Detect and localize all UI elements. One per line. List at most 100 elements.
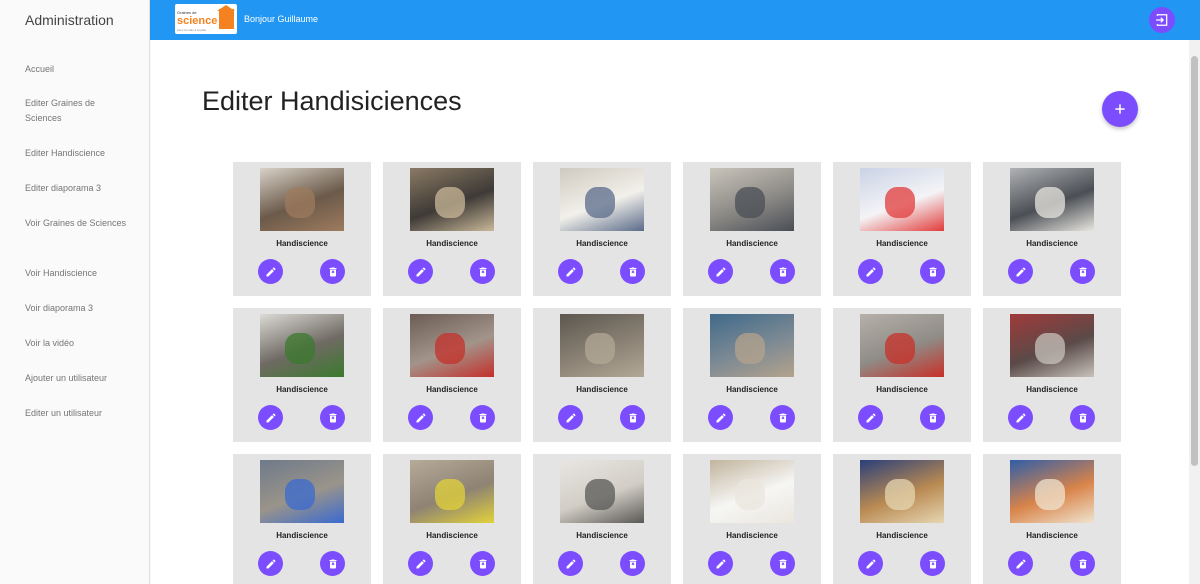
card-photo[interactable] [260,168,344,231]
delete-button[interactable] [320,551,345,576]
card-photo[interactable] [410,314,494,377]
edit-button[interactable] [1008,259,1033,284]
card-photo[interactable] [260,314,344,377]
handiscience-card: Handiscience [983,308,1121,442]
delete-button[interactable] [620,259,645,284]
trash-icon [929,559,936,568]
pencil-icon [716,558,726,568]
delete-button[interactable] [470,405,495,430]
delete-button[interactable] [620,405,645,430]
card-title: Handiscience [276,531,328,540]
edit-button[interactable] [258,551,283,576]
trash-icon [329,413,336,422]
delete-button[interactable] [470,551,495,576]
trash-icon [779,559,786,568]
card-photo[interactable] [1010,460,1094,523]
card-photo[interactable] [860,314,944,377]
delete-button[interactable] [620,551,645,576]
edit-button[interactable] [408,405,433,430]
edit-button[interactable] [558,551,583,576]
card-title: Handiscience [876,239,928,248]
edit-button[interactable] [558,259,583,284]
card-photo[interactable] [710,314,794,377]
scrollbar-thumb[interactable] [1191,56,1198,466]
edit-button[interactable] [258,405,283,430]
sidebar-item-accueil[interactable]: Accueil [25,62,130,77]
card-photo[interactable] [860,168,944,231]
delete-button[interactable] [1070,551,1095,576]
card-photo[interactable] [410,168,494,231]
logo-house-shape [219,9,234,29]
card-title: Handiscience [276,385,328,394]
plus-icon [1115,104,1125,114]
sidebar-item-editer-handiscience[interactable]: Editer Handiscience [25,146,130,161]
top-app-bar: Graines de science avec la main à la pât… [150,0,1200,40]
photo-subject [585,186,615,219]
pencil-icon [566,412,576,422]
card-photo[interactable] [1010,314,1094,377]
photo-subject [285,186,315,219]
pencil-icon [266,412,276,422]
sidebar-item-voir-graines[interactable]: Voir Graines de Sciences [25,216,130,231]
logout-button[interactable] [1149,7,1175,33]
edit-button[interactable] [408,259,433,284]
site-logo[interactable]: Graines de science avec la main à la pât… [175,4,237,34]
handiscience-grid: Handiscience Handiscience Handiscience Hand… [233,162,1121,584]
sidebar-item-voir-video[interactable]: Voir la vidéo [25,336,130,351]
edit-button[interactable] [558,405,583,430]
card-photo[interactable] [560,168,644,231]
sidebar-item-editer-graines[interactable]: Editer Graines de Sciences [25,96,130,126]
edit-button[interactable] [258,259,283,284]
pencil-icon [1016,266,1026,276]
edit-button[interactable] [1008,405,1033,430]
edit-button[interactable] [708,405,733,430]
delete-button[interactable] [770,551,795,576]
edit-button[interactable] [1008,551,1033,576]
card-title: Handiscience [426,239,478,248]
card-photo[interactable] [560,314,644,377]
card-photo[interactable] [710,168,794,231]
pencil-icon [266,266,276,276]
edit-button[interactable] [408,551,433,576]
edit-button[interactable] [708,551,733,576]
delete-button[interactable] [770,259,795,284]
card-photo[interactable] [710,460,794,523]
card-photo[interactable] [410,460,494,523]
photo-subject [735,332,765,365]
delete-button[interactable] [770,405,795,430]
photo-subject [1035,186,1065,219]
card-photo[interactable] [260,460,344,523]
pencil-icon [416,412,426,422]
sidebar-item-ajouter-utilisateur[interactable]: Ajouter un utilisateur [25,371,130,386]
edit-button[interactable] [858,259,883,284]
card-title: Handiscience [426,385,478,394]
card-photo[interactable] [1010,168,1094,231]
delete-button[interactable] [920,259,945,284]
delete-button[interactable] [1070,259,1095,284]
photo-subject [435,332,465,365]
page-scrollbar[interactable] [1189,40,1200,584]
sidebar-item-voir-handiscience[interactable]: Voir Handiscience [25,266,130,281]
handiscience-card: Handiscience [683,454,821,584]
sidebar-item-editer-diaporama[interactable]: Editer diaporama 3 [25,181,130,196]
edit-button[interactable] [858,551,883,576]
delete-button[interactable] [920,551,945,576]
handiscience-card: Handiscience [383,308,521,442]
delete-button[interactable] [320,259,345,284]
sidebar-item-voir-diaporama[interactable]: Voir diaporama 3 [25,301,130,316]
card-title: Handiscience [876,385,928,394]
delete-button[interactable] [1070,405,1095,430]
card-photo[interactable] [860,460,944,523]
add-button[interactable] [1102,91,1138,127]
edit-button[interactable] [858,405,883,430]
trash-icon [1079,559,1086,568]
card-title: Handiscience [876,531,928,540]
card-photo[interactable] [560,460,644,523]
trash-icon [329,559,336,568]
sidebar-item-editer-utilisateur[interactable]: Editer un utilisateur [25,406,130,421]
delete-button[interactable] [470,259,495,284]
handiscience-card: Handiscience [983,454,1121,584]
delete-button[interactable] [920,405,945,430]
delete-button[interactable] [320,405,345,430]
edit-button[interactable] [708,259,733,284]
